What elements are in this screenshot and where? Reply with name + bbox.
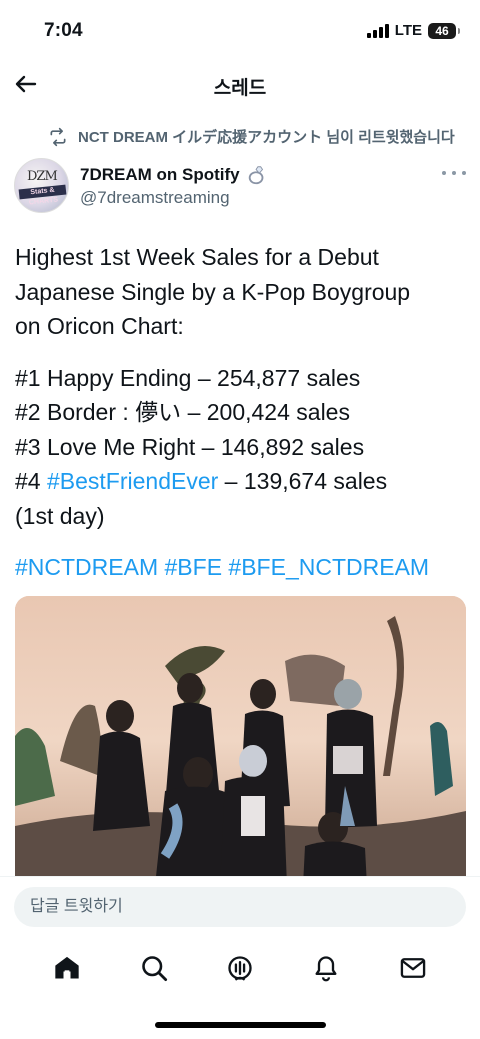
thread-header: 스레드 [0,60,480,110]
tweet-photo[interactable] [15,596,466,886]
ring-icon [246,164,268,186]
nav-notifications[interactable] [304,946,348,990]
more-options-icon[interactable] [442,166,466,180]
status-indicators: LTE 46 [366,22,460,39]
author-name[interactable]: 7DREAM on Spotify [80,164,268,186]
reply-bar: 답글 트윗하기 [0,876,480,936]
tweet-line: on Oricon Chart: [15,313,184,339]
home-indicator[interactable] [155,1022,326,1028]
reply-input[interactable]: 답글 트윗하기 [14,887,466,927]
spaces-icon [228,956,252,981]
tweet-line: #4 #BestFriendEver – 139,674 sales [15,464,466,499]
hashtag-link[interactable]: #BestFriendEver [47,468,218,494]
avatar-banner-text: Stats & CHARTS [18,184,67,206]
avatar-logo-text: DZM [27,169,58,184]
tweet-author: DZM Stats & CHARTS 7DREAM on Spotify @7d… [14,156,466,216]
home-icon [55,956,79,979]
author-handle[interactable]: @7dreamstreaming [80,188,230,208]
rank4-prefix: #4 [15,468,47,494]
status-time: 7:04 [44,20,83,41]
page-title: 스레드 [213,78,267,99]
status-bar: 7:04 LTE 46 [0,0,480,60]
tweet-line: Japanese Single by a K-Pop Boygroup [15,278,411,305]
search-icon [141,956,167,982]
signal-icon [366,23,389,38]
tweet-line: #2 Border : 儚い – 200,424 sales [15,399,350,425]
nav-messages[interactable] [391,946,435,990]
retweet-icon [48,127,68,147]
tweet-line: #1 Happy Ending – 254,877 sales [15,364,361,391]
retweet-text: NCT DREAM イルデ応援アカウント 님이 리트윗했습니다 [78,129,455,146]
retweet-context[interactable]: NCT DREAM イルデ応援アカウント 님이 리트윗했습니다 [48,126,468,147]
battery-level: 46 [435,23,449,38]
tweet-line: #3 Love Me Right – 146,892 sales [15,433,365,460]
nav-spaces[interactable] [218,946,262,990]
rank4-suffix: – 139,674 sales [218,468,388,494]
notifications-icon [315,956,337,982]
battery-icon: 46 [428,22,460,39]
tweet-text: Highest 1st Week Sales for a Debut Japan… [15,240,466,585]
tweet-line: Highest 1st Week Sales for a Debut [15,244,379,270]
bottom-nav [0,940,480,996]
hashtags-link[interactable]: #NCTDREAM #BFE #BFE_NCTDREAM [15,550,466,585]
author-name-text: 7DREAM on Spotify [80,165,240,184]
messages-icon [400,958,425,978]
tweet-line: (1st day) [15,502,105,529]
nav-home[interactable] [45,946,89,990]
nav-search[interactable] [132,946,176,990]
network-label: LTE [394,22,422,39]
avatar[interactable]: DZM Stats & CHARTS [14,158,69,213]
